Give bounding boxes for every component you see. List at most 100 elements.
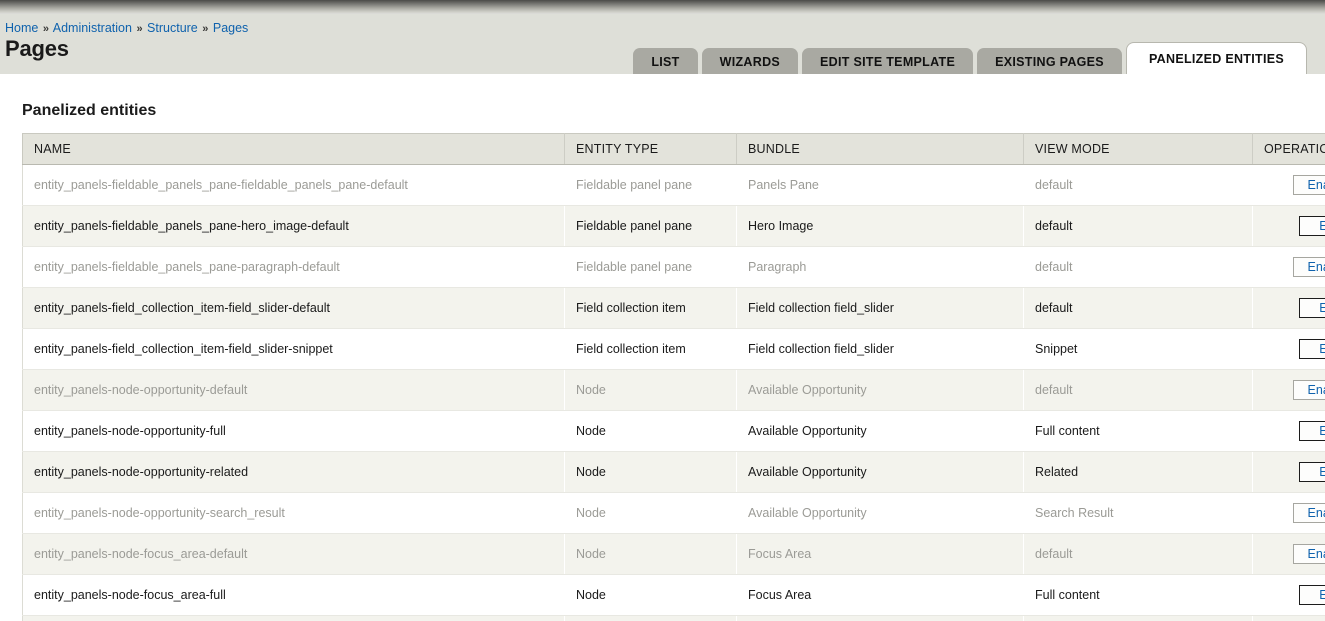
cell-entity-type: Node <box>565 493 737 534</box>
cell-entity-type: Node <box>565 575 737 616</box>
table-body: entity_panels-fieldable_panels_pane-fiel… <box>23 165 1325 621</box>
cell-operations: Edit <box>1253 288 1325 329</box>
tab-edit-site-template[interactable]: EDIT SITE TEMPLATE <box>802 48 973 76</box>
table-row: entity_panels-node-focus_area-defaultNod… <box>23 534 1325 575</box>
cell-bundle: Available Opportunity <box>737 493 1024 534</box>
cell-operations: Enable <box>1253 247 1325 288</box>
enable-button-label[interactable]: Enable <box>1294 381 1325 399</box>
table-row: entity_panels-node-focus_area-teaserNode… <box>23 616 1325 621</box>
panelized-entities-table: NAME ENTITY TYPE BUNDLE VIEW MODE OPERAT… <box>22 133 1325 621</box>
page-header: Home » Administration » Structure » Page… <box>0 14 1325 74</box>
cell-bundle: Field collection field_slider <box>737 329 1024 370</box>
cell-view-mode: Related <box>1024 452 1253 493</box>
enable-button-label[interactable]: Enable <box>1294 504 1325 522</box>
cell-name: entity_panels-fieldable_panels_pane-para… <box>23 247 565 288</box>
cell-view-mode: default <box>1024 165 1253 206</box>
cell-view-mode: default <box>1024 206 1253 247</box>
column-header-bundle[interactable]: BUNDLE <box>737 134 1024 165</box>
cell-name: entity_panels-fieldable_panels_pane-hero… <box>23 206 565 247</box>
tab-wizards[interactable]: WIZARDS <box>702 48 798 76</box>
enable-dropbutton[interactable]: Enable <box>1293 503 1325 523</box>
cell-bundle: Focus Area <box>737 575 1024 616</box>
table-row: entity_panels-fieldable_panels_pane-fiel… <box>23 165 1325 206</box>
cell-name: entity_panels-field_collection_item-fiel… <box>23 288 565 329</box>
breadcrumb-separator: » <box>42 23 50 35</box>
cell-name: entity_panels-node-opportunity-full <box>23 411 565 452</box>
breadcrumb-item-pages[interactable]: Pages <box>213 21 248 35</box>
cell-entity-type: Fieldable panel pane <box>565 206 737 247</box>
column-header-entity-type[interactable]: ENTITY TYPE <box>565 134 737 165</box>
cell-operations: Edit <box>1253 452 1325 493</box>
edit-dropbutton[interactable]: Edit <box>1299 462 1325 482</box>
cell-name: entity_panels-node-focus_area-full <box>23 575 565 616</box>
tab-list[interactable]: LIST <box>633 48 697 76</box>
edit-button-label[interactable]: Edit <box>1300 422 1325 440</box>
primary-tabs: LIST WIZARDS EDIT SITE TEMPLATE EXISTING… <box>633 31 1307 74</box>
table-row: entity_panels-node-focus_area-fullNodeFo… <box>23 575 1325 616</box>
edit-dropbutton[interactable]: Edit <box>1299 421 1325 441</box>
tab-existing-pages[interactable]: EXISTING PAGES <box>977 48 1122 76</box>
enable-button-label[interactable]: Enable <box>1294 545 1325 563</box>
table-row: entity_panels-field_collection_item-fiel… <box>23 288 1325 329</box>
edit-dropbutton[interactable]: Edit <box>1299 298 1325 318</box>
column-header-view-mode[interactable]: VIEW MODE <box>1024 134 1253 165</box>
enable-dropbutton[interactable]: Enable <box>1293 175 1325 195</box>
cell-entity-type: Node <box>565 370 737 411</box>
table-row: entity_panels-fieldable_panels_pane-hero… <box>23 206 1325 247</box>
cell-bundle: Available Opportunity <box>737 411 1024 452</box>
enable-dropbutton[interactable]: Enable <box>1293 257 1325 277</box>
cell-operations: Enable <box>1253 534 1325 575</box>
top-gradient-bar <box>0 0 1325 14</box>
cell-name: entity_panels-node-focus_area-teaser <box>23 616 565 621</box>
edit-dropbutton[interactable]: Edit <box>1299 585 1325 605</box>
tab-panelized-entities[interactable]: PANELIZED ENTITIES <box>1126 42 1307 74</box>
main-content: Panelized entities NAME ENTITY TYPE BUND… <box>0 74 1325 621</box>
cell-operations: Enable <box>1253 616 1325 621</box>
cell-operations: Edit <box>1253 575 1325 616</box>
cell-bundle: Focus Area <box>737 534 1024 575</box>
table-row: entity_panels-node-opportunity-fullNodeA… <box>23 411 1325 452</box>
breadcrumb-separator: » <box>201 23 209 35</box>
table-row: entity_panels-node-opportunity-defaultNo… <box>23 370 1325 411</box>
breadcrumb-item-structure[interactable]: Structure <box>147 21 198 35</box>
enable-button-label[interactable]: Enable <box>1294 258 1325 276</box>
cell-view-mode: Search Result <box>1024 493 1253 534</box>
cell-operations: Enable <box>1253 165 1325 206</box>
cell-entity-type: Field collection item <box>565 288 737 329</box>
breadcrumb: Home » Administration » Structure » Page… <box>5 21 248 35</box>
edit-button-label[interactable]: Edit <box>1300 586 1325 604</box>
edit-button-label[interactable]: Edit <box>1300 299 1325 317</box>
cell-view-mode: default <box>1024 247 1253 288</box>
cell-entity-type: Field collection item <box>565 329 737 370</box>
breadcrumb-item-home[interactable]: Home <box>5 21 38 35</box>
enable-dropbutton[interactable]: Enable <box>1293 380 1325 400</box>
edit-button-label[interactable]: Edit <box>1300 463 1325 481</box>
cell-bundle: Available Opportunity <box>737 452 1024 493</box>
enable-button-label[interactable]: Enable <box>1294 176 1325 194</box>
edit-button-label[interactable]: Edit <box>1300 340 1325 358</box>
cell-view-mode: Full content <box>1024 411 1253 452</box>
enable-dropbutton[interactable]: Enable <box>1293 544 1325 564</box>
breadcrumb-item-administration[interactable]: Administration <box>53 21 132 35</box>
section-heading: Panelized entities <box>22 102 1325 120</box>
cell-bundle: Available Opportunity <box>737 370 1024 411</box>
column-header-operations: OPERATIONS <box>1253 134 1325 165</box>
cell-name: entity_panels-node-opportunity-default <box>23 370 565 411</box>
cell-entity-type: Fieldable panel pane <box>565 247 737 288</box>
cell-operations: Edit <box>1253 329 1325 370</box>
cell-view-mode: Full content <box>1024 575 1253 616</box>
cell-name: entity_panels-node-opportunity-related <box>23 452 565 493</box>
table-header-row: NAME ENTITY TYPE BUNDLE VIEW MODE OPERAT… <box>23 134 1325 165</box>
cell-operations: Edit <box>1253 411 1325 452</box>
edit-button-label[interactable]: Edit <box>1300 217 1325 235</box>
edit-dropbutton[interactable]: Edit <box>1299 339 1325 359</box>
column-header-name[interactable]: NAME <box>23 134 565 165</box>
cell-bundle: Field collection field_slider <box>737 288 1024 329</box>
table-row: entity_panels-node-opportunity-relatedNo… <box>23 452 1325 493</box>
cell-name: entity_panels-node-focus_area-default <box>23 534 565 575</box>
cell-entity-type: Node <box>565 616 737 621</box>
cell-bundle: Hero Image <box>737 206 1024 247</box>
breadcrumb-separator: » <box>135 23 143 35</box>
edit-dropbutton[interactable]: Edit <box>1299 216 1325 236</box>
cell-view-mode: Teaser <box>1024 616 1253 621</box>
